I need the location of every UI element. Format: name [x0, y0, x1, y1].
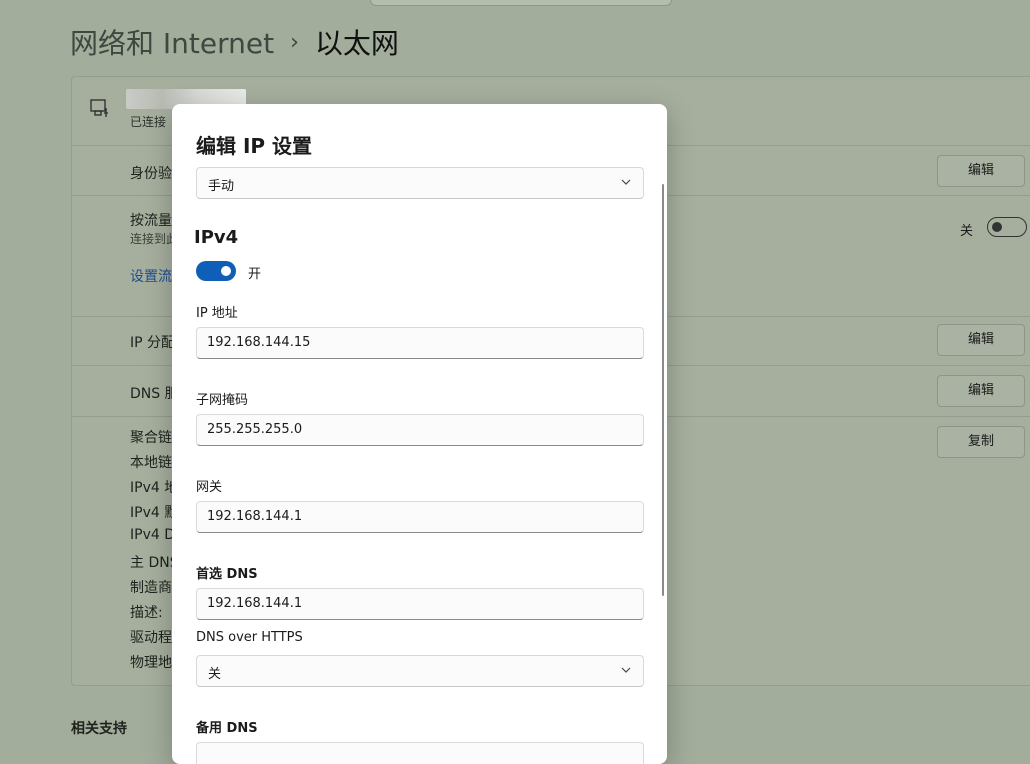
subnet-mask-value: 255.255.255.0: [207, 422, 303, 437]
property-label: 描述:: [130, 605, 163, 621]
ip-address-label: IP 地址: [196, 306, 238, 321]
ip-mode-value: 手动: [208, 179, 235, 194]
data-limit-link[interactable]: 设置流: [130, 266, 172, 286]
auth-label: 身份验: [130, 166, 172, 182]
auth-edit-button[interactable]: 编辑: [937, 155, 1025, 187]
doh-label: DNS over HTTPS: [196, 630, 303, 645]
breadcrumb-parent[interactable]: 网络和 Internet: [70, 22, 274, 62]
dialog-scrollbar[interactable]: [662, 184, 664, 596]
ip-address-field[interactable]: 192.168.144.15: [196, 327, 644, 359]
related-support-heading: 相关支持: [71, 721, 127, 737]
metered-label: 按流量: [130, 213, 172, 229]
breadcrumb: 网络和 Internet › 以太网: [70, 22, 399, 62]
preferred-dns-label: 首选 DNS: [196, 567, 258, 582]
breadcrumb-separator: ›: [290, 29, 299, 55]
edit-ip-dialog: 编辑 IP 设置 手动 IPv4 开 IP 地址 192.168.144.15 …: [172, 104, 667, 764]
connection-status: 已连接: [130, 115, 167, 129]
ip-assign-label: IP 分配: [130, 335, 176, 351]
preferred-dns-value: 192.168.144.1: [207, 596, 303, 611]
property-label: 制造商: [130, 580, 172, 596]
doh-select[interactable]: 关: [196, 655, 644, 687]
ip-assign-edit-button[interactable]: 编辑: [937, 324, 1025, 356]
subnet-mask-field[interactable]: 255.255.255.0: [196, 414, 644, 446]
property-label: IPv4 默: [130, 505, 179, 521]
property-label: 本地链: [130, 455, 172, 471]
property-label: 聚合链: [130, 430, 172, 446]
ip-mode-select[interactable]: 手动: [196, 167, 644, 199]
page-title: 以太网: [314, 27, 399, 60]
search-box-edge: [370, 0, 672, 6]
dns-edit-button[interactable]: 编辑: [937, 375, 1025, 407]
metered-toggle-label: 关: [959, 224, 973, 239]
dialog-title: 编辑 IP 设置: [196, 134, 313, 158]
preferred-dns-field[interactable]: 192.168.144.1: [196, 588, 644, 620]
subnet-mask-label: 子网掩码: [196, 393, 249, 408]
doh-value: 关: [208, 667, 222, 682]
ipv4-heading: IPv4: [194, 227, 239, 248]
alternate-dns-field[interactable]: [196, 742, 644, 764]
chevron-down-icon: [621, 667, 631, 673]
property-label: 驱动程: [130, 630, 172, 646]
metered-sub: 连接到此: [130, 232, 179, 246]
alternate-dns-label: 备用 DNS: [196, 721, 258, 736]
ipv4-toggle-label: 开: [248, 267, 262, 282]
gateway-label: 网关: [196, 480, 223, 495]
ip-address-value: 192.168.144.15: [207, 335, 311, 350]
property-label: 物理地: [130, 655, 172, 671]
metered-toggle[interactable]: [987, 217, 1027, 237]
ipv4-toggle[interactable]: [196, 261, 236, 281]
copy-properties-button[interactable]: 复制: [937, 426, 1025, 458]
ethernet-icon: [90, 99, 108, 117]
property-label: IPv4 地: [130, 480, 179, 496]
chevron-down-icon: [621, 179, 631, 185]
gateway-field[interactable]: 192.168.144.1: [196, 501, 644, 533]
gateway-value: 192.168.144.1: [207, 509, 303, 524]
